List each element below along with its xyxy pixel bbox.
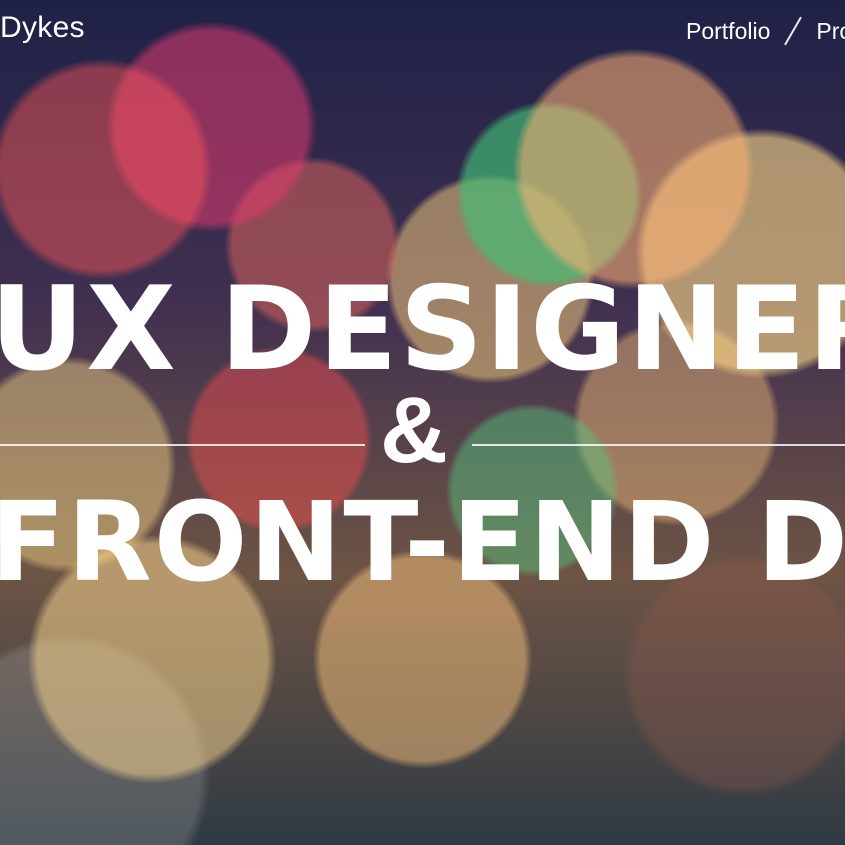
headline-line-1: UX DESIGNER xyxy=(0,262,845,397)
top-navigation: Dykes Portfolio Pro xyxy=(0,0,845,62)
hero-section: Dykes Portfolio Pro UX DESIGNER & FRONT-… xyxy=(0,0,845,845)
hero-headline: UX DESIGNER & FRONT-END DEV xyxy=(0,255,845,615)
headline-divider-right xyxy=(472,444,845,446)
site-brand[interactable]: Dykes xyxy=(0,10,85,46)
headline-ampersand: & xyxy=(380,377,448,482)
nav-portfolio-link[interactable]: Portfolio xyxy=(686,16,770,46)
headline-divider-left xyxy=(0,444,365,446)
main-nav: Portfolio Pro xyxy=(686,15,845,47)
headline-line-2: FRONT-END DEV xyxy=(0,478,845,606)
nav-pro-link[interactable]: Pro xyxy=(816,16,845,46)
nav-divider-icon xyxy=(784,16,803,46)
